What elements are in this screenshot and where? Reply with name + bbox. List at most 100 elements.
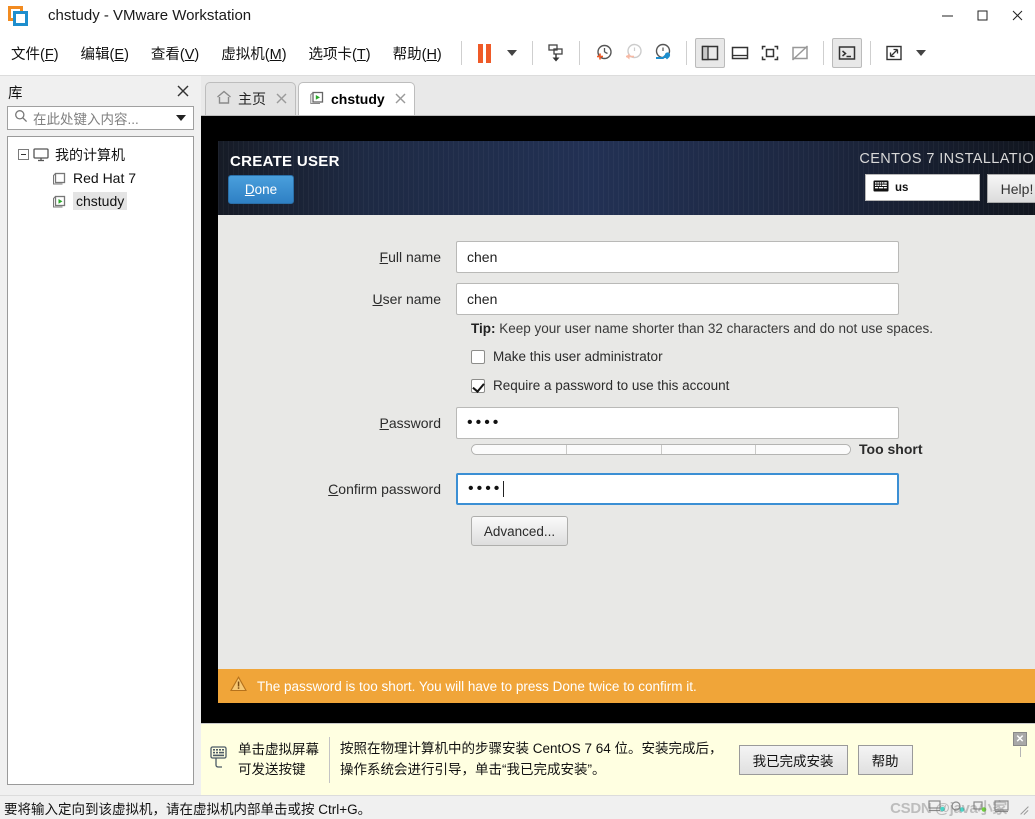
notification-hint-text: 单击虚拟屏幕 可发送按键 [238,740,319,779]
full-screen-icon[interactable] [879,38,909,68]
installer-warning-bar: The password is too short. You will have… [218,669,1035,703]
library-header: 库 [4,79,197,105]
take-snapshot-icon[interactable] [588,38,618,68]
password-row: Password •••• [266,407,899,439]
revert-snapshot-icon [618,38,648,68]
close-icon[interactable]: ✕ [1013,732,1027,746]
password-input[interactable]: •••• [456,407,899,439]
make-admin-checkbox[interactable] [471,349,485,364]
power-snapshot-manager-icon[interactable] [541,38,571,68]
full-name-row: Full name chen [266,241,899,273]
installer-form: Full name chen User name chen Tip: Keep … [218,215,1035,669]
confirm-password-input[interactable]: •••• [456,473,899,505]
search-placeholder: 在此处键入内容... [33,112,139,127]
vm-pane: 主页 chstudy CREATE USER D one CENTOS 7 IN… [201,76,1035,795]
advanced-button[interactable]: Advanced... [471,516,568,546]
minimize-button[interactable] [930,0,965,31]
library-tree[interactable]: 我的计算机 Red Hat 7 chstudy [7,136,194,785]
status-bar-icons [928,796,1031,819]
collapse-toggle-icon[interactable] [18,149,29,160]
password-strength-label: Too short [859,441,923,457]
toolbar-divider [685,41,687,65]
tree-item-label: Red Hat 7 [73,169,137,186]
show-console-view-icon[interactable] [725,38,755,68]
show-sidebar-icon[interactable] [694,38,725,68]
tab-label: chstudy [331,91,385,107]
suspend-pause-icon[interactable] [470,38,500,68]
close-icon[interactable] [276,92,287,107]
toolbar-divider [531,41,533,65]
help-button[interactable]: 帮助 [857,744,913,775]
full-name-input[interactable]: chen [456,241,899,273]
network-adapter-icon[interactable] [928,799,946,818]
menu-vm[interactable]: 虚拟机(M) [210,39,297,68]
notification-body: 按照在物理计算机中的步骤安装 CentOS 7 64 位。安装完成后， 操作系统… [340,739,723,780]
printer-icon[interactable] [993,799,1011,818]
user-name-input[interactable]: chen [456,283,899,315]
body-line-2: 操作系统会进行引导，单击“我已完成安装”。 [340,761,606,777]
library-panel: 库 在此处键入内容... 我的计算机 Red Hat 7 chstudy [0,76,201,795]
toolbar-divider [578,41,580,65]
snapshot-manager-icon[interactable] [648,38,678,68]
menu-view[interactable]: 查看(V) [140,39,210,68]
window-controls [930,0,1035,31]
suspend-dropdown-caret-icon[interactable] [506,50,517,56]
tree-item-label: chstudy [73,191,128,210]
vmware-logo-icon [8,5,28,26]
require-password-checkbox[interactable] [471,378,485,393]
search-icon [14,109,28,128]
menu-tabs[interactable]: 选项卡(T) [298,39,382,68]
vm-running-icon [52,194,67,208]
make-admin-label: Make this user administrator [493,349,663,364]
installation-complete-button[interactable]: 我已完成安装 [738,744,848,775]
done-button[interactable]: Done [228,175,294,204]
tree-item-chstudy[interactable]: chstudy [8,189,193,212]
vm-console[interactable]: CREATE USER Done CENTOS 7 INSTALLATION u… [201,116,1035,723]
help-button[interactable]: Help! [987,174,1035,203]
require-password-checkbox-row[interactable]: Require a password to use this account [471,378,729,393]
menu-edit[interactable]: 编辑(E) [70,39,140,68]
full-name-label: Full name [379,249,441,265]
close-icon[interactable] [395,92,406,107]
username-tip: Tip: Keep your user name shorter than 32… [471,321,933,336]
search-input[interactable]: 在此处键入内容... [7,106,194,130]
close-button[interactable] [1000,0,1035,31]
tree-item-label: 我的计算机 [55,146,125,163]
warning-message: The password is too short. You will have… [257,678,697,694]
confirm-password-label: Confirm password [328,481,441,497]
tree-item-my-computer[interactable]: 我的计算机 [8,143,193,166]
fit-guest-icon[interactable] [755,38,785,68]
make-admin-checkbox-row[interactable]: Make this user administrator [471,349,663,364]
password-strength-meter [471,443,851,455]
sound-icon[interactable] [972,799,988,818]
tab-home[interactable]: 主页 [205,82,296,115]
chevron-down-icon[interactable] [176,115,186,121]
toolbar-divider [460,41,462,65]
menu-file[interactable]: 文件(F) [0,39,70,68]
hint-line-2: 可发送按键 [238,761,306,777]
require-password-label: Require a password to use this account [493,378,730,393]
password-strength-row: Too short [471,441,923,457]
password-value: •••• [467,414,502,431]
vm-powered-off-icon [52,171,67,185]
window-title: chstudy - VMware Workstation [48,7,252,24]
maximize-button[interactable] [965,0,1000,31]
close-icon[interactable] [173,84,193,101]
title-bar: chstudy - VMware Workstation [0,0,1035,31]
user-name-row: User name chen [266,283,899,315]
usb-icon[interactable] [951,799,967,818]
keyboard-icon [873,180,889,195]
notification-buttons: 我已完成安装 帮助 [738,744,913,775]
tab-strip: 主页 chstudy [201,76,1035,116]
unity-mode-icon[interactable] [831,38,862,68]
menu-help[interactable]: 帮助(H) [382,39,453,68]
full-name-value: chen [467,249,498,265]
keyboard-layout-label: us [895,181,909,194]
library-title: 库 [8,85,23,102]
full-screen-caret-icon[interactable] [915,50,926,56]
keyboard-layout-indicator[interactable]: us [865,174,980,201]
resize-grip-icon[interactable] [1019,802,1031,814]
notification-divider [329,736,330,783]
tab-chstudy[interactable]: chstudy [298,82,415,115]
tree-item-red-hat-7[interactable]: Red Hat 7 [8,166,193,189]
